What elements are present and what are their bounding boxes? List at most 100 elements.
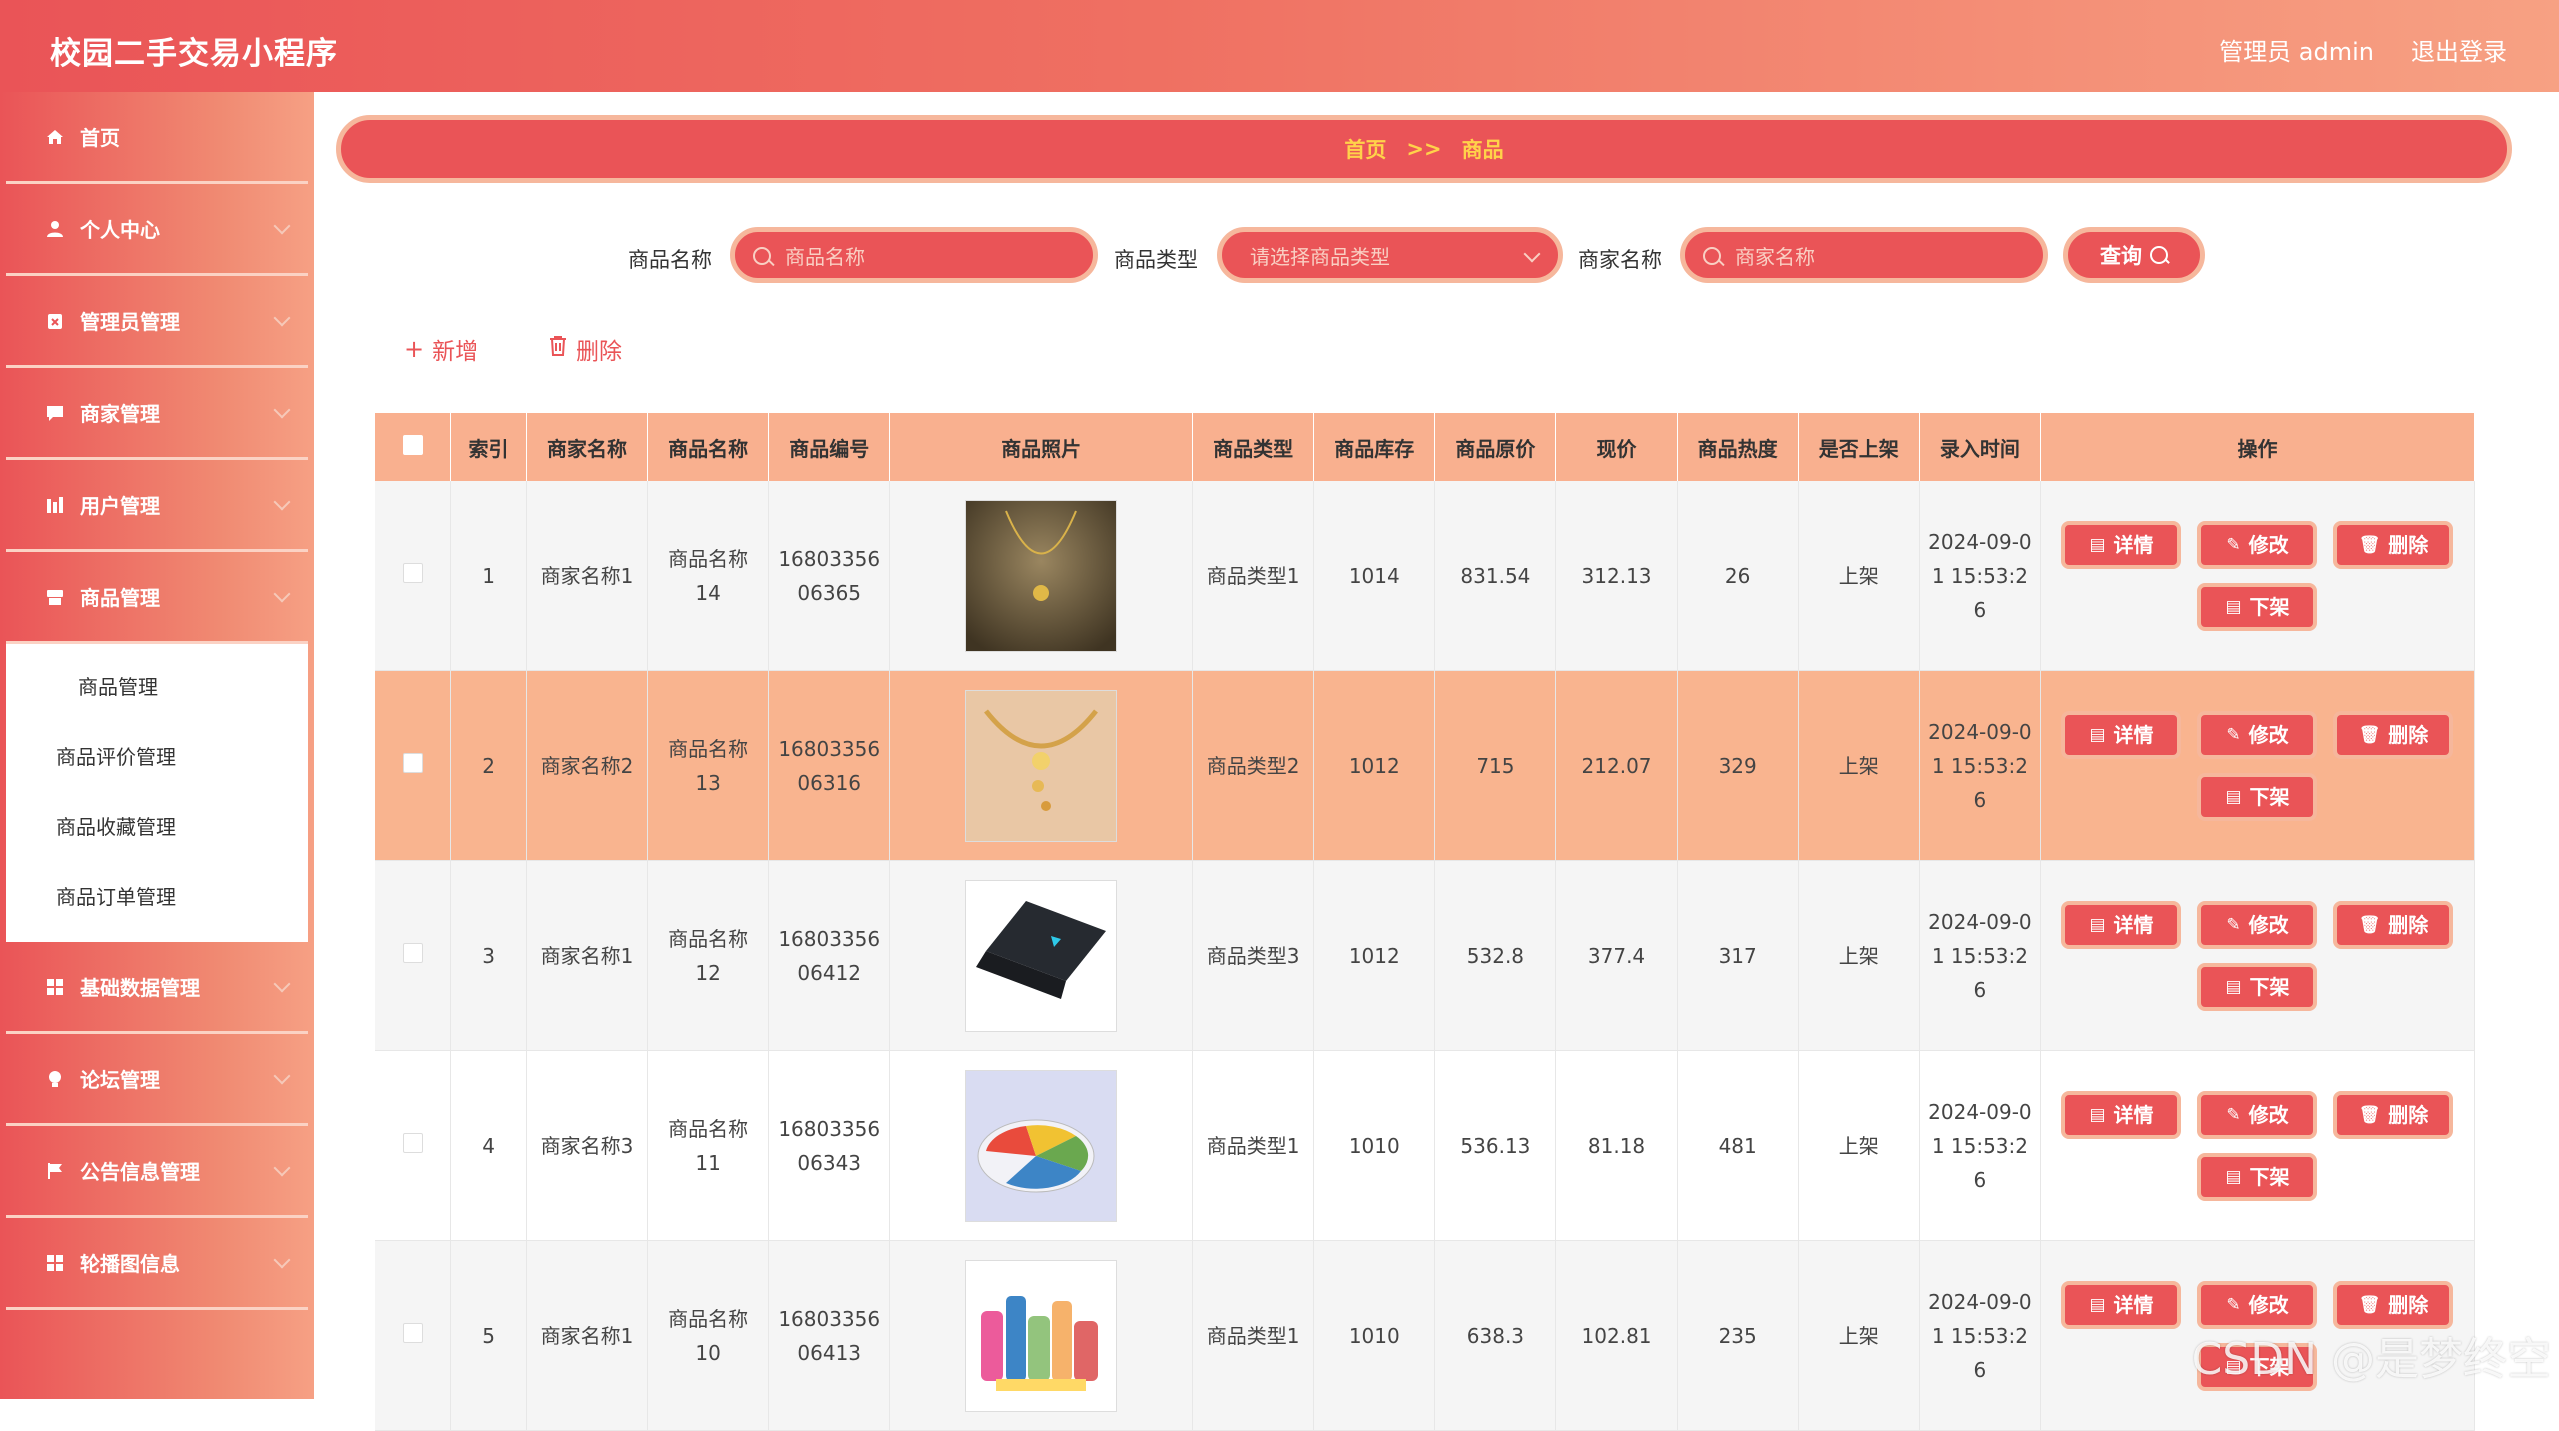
delete-button[interactable]: 🗑 删除	[2333, 1090, 2454, 1139]
cell-merchant: 商家名称1	[526, 860, 649, 1051]
column-header: 商品编号	[768, 413, 891, 481]
detail-button[interactable]: ▤ 详情	[2061, 1090, 2182, 1139]
delete-label: 删除	[576, 339, 622, 365]
cell-heat: 329	[1677, 670, 1799, 861]
edit-button[interactable]: ✎ 修改	[2197, 900, 2318, 949]
submenu-item-goods[interactable]: 商品管理	[6, 652, 308, 722]
goods-type-select[interactable]: 请选择商品类型	[1217, 227, 1563, 283]
column-header: 商品类型	[1192, 413, 1315, 481]
batch-delete-button[interactable]: 删除	[548, 332, 622, 366]
offshelf-button[interactable]: ▤ 下架	[2197, 1152, 2318, 1201]
trash-icon: 🗑	[2358, 724, 2381, 745]
sidebar-item-label: 公告信息管理	[80, 1160, 200, 1184]
sidebar-item-label: 论坛管理	[80, 1068, 160, 1092]
document-icon: ▤	[2225, 976, 2242, 997]
necklace-photo[interactable]	[965, 499, 1118, 652]
column-header: 商品名称	[647, 413, 770, 481]
sidebar-item-carousel[interactable]: 轮播图信息	[6, 1218, 308, 1310]
row-checkbox[interactable]	[402, 562, 423, 583]
column-header: 录入时间	[1919, 413, 2041, 481]
goods-type-label: 商品类型	[1114, 248, 1198, 272]
goods-table: 索引 商家名称 商品名称 商品编号 商品照片 商品类型 商品库存 商品原价 现价…	[375, 413, 2476, 1431]
edit-button[interactable]: ✎ 修改	[2197, 1280, 2318, 1329]
row-checkbox[interactable]	[402, 752, 423, 773]
row-select-cell[interactable]	[375, 1050, 452, 1241]
document-icon: ▤	[2089, 914, 2106, 935]
select-all-checkbox[interactable]	[402, 434, 423, 455]
sidebar-item-label: 轮播图信息	[80, 1252, 180, 1276]
table-row[interactable]: 5 商家名称1 商品名称10 1680335606413 商品类型1 1010 …	[375, 1240, 2476, 1431]
cell-name: 商品名称14	[647, 481, 770, 671]
select-all-cell[interactable]	[375, 413, 452, 481]
edit-button[interactable]: ✎ 修改	[2197, 520, 2318, 569]
row-select-cell[interactable]	[375, 860, 452, 1051]
chevron-down-icon	[273, 493, 291, 511]
chevron-down-icon	[273, 975, 291, 993]
detail-button[interactable]: ▤ 详情	[2061, 710, 2182, 759]
trash-icon: 🗑	[2358, 914, 2381, 935]
sidebar-item-basic-data[interactable]: 基础数据管理	[6, 942, 308, 1034]
delete-button[interactable]: 🗑 删除	[2333, 900, 2454, 949]
offshelf-button[interactable]: ▤ 下架	[2197, 962, 2318, 1011]
row-checkbox[interactable]	[402, 1132, 423, 1153]
breadcrumb-current: 商品	[1461, 138, 1504, 162]
delete-button[interactable]: 🗑 删除	[2333, 520, 2454, 569]
table-row[interactable]: 1 商家名称1 商品名称14 1680335606365 商品类型1 1014 …	[375, 481, 2476, 671]
cell-photo	[889, 481, 1194, 671]
row-checkbox[interactable]	[402, 942, 423, 963]
watermark: CSDN @是梦终空	[2191, 1334, 2551, 1385]
query-button[interactable]: 查询	[2063, 227, 2205, 283]
breadcrumb-home[interactable]: 首页	[1344, 134, 1386, 164]
add-button[interactable]: + 新增	[404, 332, 478, 366]
sidebar-item-notice[interactable]: 公告信息管理	[6, 1126, 308, 1218]
merchant-name-input[interactable]: 商家名称	[1680, 227, 2048, 283]
edit-button[interactable]: ✎ 修改	[2197, 710, 2318, 759]
detail-button[interactable]: ▤ 详情	[2061, 520, 2182, 569]
delete-button[interactable]: 🗑 删除	[2333, 1280, 2454, 1329]
sidebar-item-home[interactable]: 首页	[6, 92, 308, 184]
sidebar-item-admin[interactable]: 管理员管理	[6, 276, 308, 368]
detail-button[interactable]: ▤ 详情	[2061, 900, 2182, 949]
delete-button[interactable]: 🗑 删除	[2333, 710, 2454, 759]
laptop-photo[interactable]	[965, 879, 1118, 1032]
table-row[interactable]: 2 商家名称2 商品名称13 1680335606316 商品类型2 1012 …	[375, 670, 2476, 861]
offshelf-label: 下架	[2249, 784, 2290, 809]
table-row[interactable]: 4 商家名称3 商品名称11 1680335606343 商品类型1 1010 …	[375, 1050, 2476, 1241]
cell-stock: 1012	[1313, 860, 1436, 1051]
row-checkbox[interactable]	[402, 1322, 423, 1343]
box-icon	[44, 586, 66, 608]
cell-time: 2024-09-01 15:53:26	[1919, 670, 2041, 861]
edit-button[interactable]: ✎ 修改	[2197, 1090, 2318, 1139]
cell-index: 1	[450, 481, 527, 671]
document-icon: ▤	[2089, 534, 2106, 555]
submenu-item-goods-favorite[interactable]: 商品收藏管理	[6, 792, 308, 862]
cell-photo	[889, 860, 1194, 1051]
offshelf-button[interactable]: ▤ 下架	[2197, 582, 2318, 631]
sidebar-item-users[interactable]: 用户管理	[6, 460, 308, 552]
detail-button[interactable]: ▤ 详情	[2061, 1280, 2182, 1329]
submenu-item-goods-review[interactable]: 商品评价管理	[6, 722, 308, 792]
offshelf-button[interactable]: ▤ 下架	[2197, 772, 2318, 821]
table-row[interactable]: 3 商家名称1 商品名称12 1680335606412 商品类型3 1012 …	[375, 860, 2476, 1051]
sidebar-item-forum[interactable]: 论坛管理	[6, 1034, 308, 1126]
detail-label: 详情	[2113, 1292, 2154, 1317]
cell-heat: 481	[1677, 1050, 1799, 1241]
cleaning-photo[interactable]	[965, 1259, 1118, 1412]
row-select-cell[interactable]	[375, 1240, 452, 1431]
food-box-photo[interactable]	[965, 1069, 1118, 1222]
goods-name-input[interactable]: 商品名称	[730, 227, 1098, 283]
sidebar-item-merchant[interactable]: 商家管理	[6, 368, 308, 460]
search-bar: 商品名称 商品名称 商品类型 请选择商品类型 商家名称 商家名称 查询	[0, 224, 2559, 284]
cell-shelf-status: 上架	[1798, 670, 1920, 861]
trash-icon	[548, 335, 568, 363]
goods-name-label: 商品名称	[628, 248, 712, 272]
sidebar-item-goods[interactable]: 商品管理	[6, 552, 308, 644]
submenu-item-goods-order[interactable]: 商品订单管理	[6, 862, 308, 932]
row-select-cell[interactable]	[375, 670, 452, 861]
cell-code: 1680335606365	[768, 481, 891, 671]
jewelry-photo[interactable]	[965, 689, 1118, 842]
logout-link[interactable]: 退出登录	[2411, 32, 2507, 67]
edit-label: 修改	[2248, 1292, 2289, 1317]
row-select-cell[interactable]	[375, 481, 452, 671]
cell-index: 3	[450, 860, 527, 1051]
